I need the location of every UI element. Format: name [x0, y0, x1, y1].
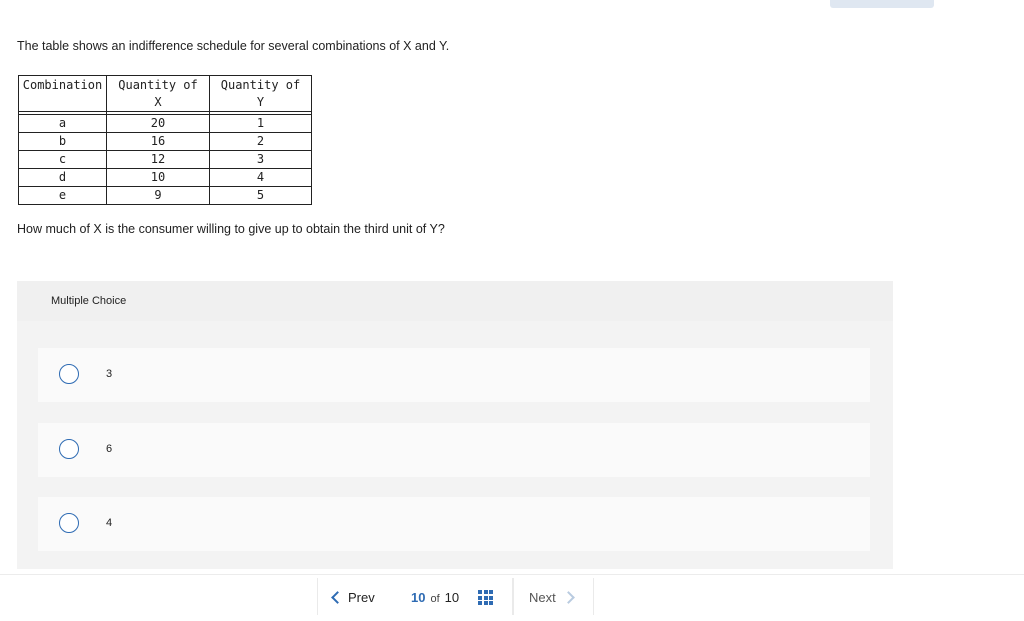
cell-combination: d	[18, 168, 107, 187]
radio-icon[interactable]	[59, 439, 79, 459]
cell-combination: a	[18, 114, 107, 133]
choice-option-2[interactable]: 6	[38, 423, 870, 477]
indifference-schedule-table: Combination Quantity of X Quantity of Y …	[18, 75, 312, 205]
next-label: Next	[529, 590, 556, 605]
prev-label: Prev	[348, 590, 375, 605]
chevron-right-icon	[561, 591, 575, 604]
current-page: 10	[411, 590, 426, 605]
cell-quantity-x: 12	[106, 150, 210, 169]
choice-label: 3	[106, 368, 113, 380]
question-intro: The table shows an indifference schedule…	[17, 39, 450, 53]
prev-button[interactable]: Prev	[331, 590, 375, 605]
cell-quantity-x: 20	[106, 114, 210, 133]
header-quantity-x: Quantity of X	[106, 75, 210, 112]
page-of-label: of	[430, 593, 440, 605]
grid-icon[interactable]	[478, 590, 493, 605]
top-tab-button[interactable]	[830, 0, 934, 8]
table-header-row: Combination Quantity of X Quantity of Y	[18, 75, 312, 112]
radio-icon[interactable]	[59, 513, 79, 533]
cell-combination: c	[18, 150, 107, 169]
radio-icon[interactable]	[59, 364, 79, 384]
cell-combination: b	[18, 132, 107, 151]
cell-quantity-y: 1	[209, 114, 312, 133]
table-row: b 16 2	[18, 132, 312, 151]
cell-quantity-y: 2	[209, 132, 312, 151]
cell-quantity-y: 4	[209, 168, 312, 187]
page-indicator: 10 of 10	[411, 590, 459, 605]
table-row: d 10 4	[18, 168, 312, 187]
header-quantity-y: Quantity of Y	[209, 75, 312, 112]
table-row: c 12 3	[18, 150, 312, 169]
cell-quantity-x: 16	[106, 132, 210, 151]
choice-label: 6	[106, 443, 113, 455]
next-button[interactable]: Next	[529, 590, 575, 605]
footer-divider	[0, 574, 1024, 575]
question-text: How much of X is the consumer willing to…	[17, 222, 445, 236]
chevron-left-icon	[331, 591, 344, 604]
cell-quantity-x: 10	[106, 168, 210, 187]
multiple-choice-header-band	[17, 281, 893, 321]
cell-quantity-x: 9	[106, 186, 210, 205]
cell-quantity-y: 5	[209, 186, 312, 205]
choice-option-3[interactable]: 4	[38, 497, 870, 551]
cell-combination: e	[18, 186, 107, 205]
header-combination: Combination	[18, 75, 107, 112]
multiple-choice-panel: Multiple Choice 3 6 4	[17, 281, 893, 569]
choice-label: 4	[106, 517, 113, 529]
cell-quantity-y: 3	[209, 150, 312, 169]
table-row: a 20 1	[18, 114, 312, 133]
choice-option-1[interactable]: 3	[38, 348, 870, 402]
table-row: e 9 5	[18, 186, 312, 205]
total-pages: 10	[444, 590, 460, 605]
multiple-choice-header: Multiple Choice	[51, 295, 127, 307]
